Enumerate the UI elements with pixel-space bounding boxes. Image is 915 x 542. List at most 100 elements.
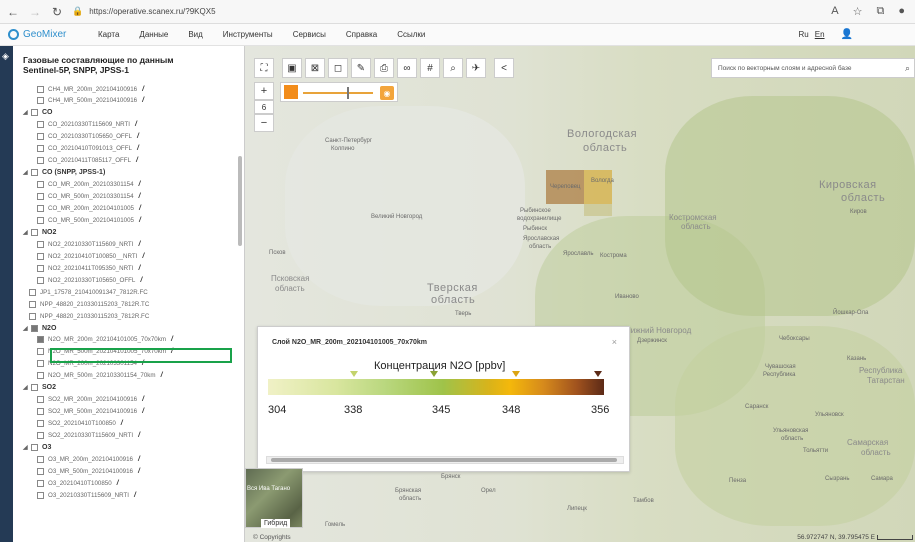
expand-arrow-icon[interactable]: ◢ bbox=[23, 169, 31, 176]
layer-item[interactable]: N2O_MR_200m_202104101005_70x70km / bbox=[37, 334, 173, 346]
edit-style-icon[interactable]: / bbox=[134, 492, 136, 499]
address-bar[interactable]: 🔒 https://operative.scanex.ru/?9KQX5 bbox=[72, 3, 752, 21]
layer-checkbox[interactable] bbox=[37, 264, 44, 272]
layer-item[interactable]: NO2_20210330T105650_OFFL / bbox=[37, 274, 142, 286]
print-icon[interactable]: ⎙ bbox=[374, 58, 394, 78]
edit-style-icon[interactable]: / bbox=[142, 86, 144, 93]
layer-checkbox[interactable] bbox=[37, 396, 44, 404]
layer-checkbox[interactable] bbox=[37, 420, 44, 428]
edit-style-icon[interactable]: / bbox=[139, 217, 141, 224]
collections-icon[interactable]: ⧉ bbox=[876, 5, 884, 18]
layer-checkbox[interactable] bbox=[31, 169, 38, 177]
link-icon[interactable]: ∞ bbox=[397, 58, 417, 78]
layer-item[interactable]: SO2_20210330T115609_NRTI / bbox=[37, 430, 140, 442]
fullscreen-icon[interactable]: ⛶ bbox=[254, 58, 274, 78]
layer-checkbox[interactable] bbox=[29, 288, 36, 296]
layer-item[interactable]: SO2_MR_500m_202104100916 / bbox=[37, 406, 144, 418]
menu-data[interactable]: Данные bbox=[139, 30, 168, 39]
layer-checkbox[interactable] bbox=[37, 205, 44, 212]
basemap-label[interactable]: Гибрид bbox=[261, 519, 291, 528]
layer-checkbox[interactable] bbox=[37, 181, 44, 189]
edit-style-icon[interactable]: / bbox=[138, 468, 140, 475]
layer-group[interactable]: ◢ SO2 bbox=[23, 382, 56, 394]
share-icon[interactable]: < bbox=[494, 58, 514, 78]
layer-group[interactable]: ◢ CO bbox=[23, 107, 53, 119]
layer-item[interactable]: SO2_MR_200m_202104100916 / bbox=[37, 394, 144, 406]
layer-checkbox[interactable] bbox=[37, 240, 44, 248]
map-view[interactable]: Вологодская область Вологда Череповец Са… bbox=[245, 46, 915, 542]
edit-style-icon[interactable]: / bbox=[171, 336, 173, 343]
layer-item[interactable]: NPP_48820_210330115203_7812R.FC bbox=[29, 310, 149, 322]
edit-style-icon[interactable]: / bbox=[140, 277, 142, 284]
menu-services[interactable]: Сервисы bbox=[293, 30, 326, 39]
layers-icon[interactable]: ◈ bbox=[2, 52, 11, 61]
layer-checkbox[interactable] bbox=[31, 384, 38, 392]
zoom-out-button[interactable]: − bbox=[254, 114, 274, 132]
slider-handle[interactable] bbox=[347, 87, 349, 99]
layer-checkbox[interactable] bbox=[37, 216, 44, 224]
layer-checkbox[interactable] bbox=[37, 276, 44, 284]
layer-checkbox[interactable] bbox=[37, 479, 44, 487]
back-icon[interactable]: ← bbox=[4, 3, 22, 21]
menu-help[interactable]: Справка bbox=[346, 30, 377, 39]
copyright-link[interactable]: © Copyrights bbox=[253, 534, 291, 541]
layer-item[interactable]: CO_20210411T085117_OFFL / bbox=[37, 155, 138, 167]
slider-track[interactable] bbox=[303, 92, 373, 94]
edit-style-icon[interactable]: / bbox=[135, 121, 137, 128]
close-icon[interactable]: × bbox=[612, 337, 617, 347]
eye-icon[interactable]: ◉ bbox=[380, 86, 394, 100]
zoom-box-icon[interactable]: ⌕ bbox=[443, 58, 463, 78]
edit-style-icon[interactable]: / bbox=[139, 181, 141, 188]
layer-checkbox[interactable] bbox=[37, 157, 44, 165]
layer-checkbox[interactable] bbox=[31, 228, 38, 236]
layer-checkbox[interactable] bbox=[31, 109, 38, 117]
pin-icon[interactable]: ✈ bbox=[466, 58, 486, 78]
opacity-slider[interactable]: ◉ bbox=[280, 82, 398, 102]
layer-item[interactable]: CO_MR_200m_202103301154 / bbox=[37, 179, 141, 191]
layer-checkbox[interactable] bbox=[37, 252, 44, 260]
layer-item[interactable]: CO_20210330T105650_OFFL / bbox=[37, 131, 139, 143]
layer-checkbox[interactable] bbox=[37, 360, 44, 368]
layer-item[interactable]: JP1_17578_210410091347_7812R.FC bbox=[29, 286, 148, 298]
layer-checkbox[interactable] bbox=[37, 133, 44, 141]
edit-style-icon[interactable]: / bbox=[139, 193, 141, 200]
layer-item[interactable]: CO_20210330T115609_NRTI / bbox=[37, 119, 137, 131]
forward-icon[interactable]: → bbox=[26, 3, 44, 21]
user-icon[interactable]: 👤 bbox=[841, 29, 853, 40]
search-input[interactable]: Поиск по векторным слоям и адресной базе… bbox=[711, 58, 915, 78]
layer-checkbox[interactable] bbox=[37, 372, 44, 380]
legend-scroll-thumb[interactable] bbox=[271, 458, 617, 462]
layer-checkbox[interactable] bbox=[37, 491, 44, 499]
expand-arrow-icon[interactable]: ◢ bbox=[23, 229, 31, 236]
edit-style-icon[interactable]: / bbox=[117, 480, 119, 487]
lang-en[interactable]: En bbox=[815, 30, 825, 39]
layer-checkbox[interactable] bbox=[37, 145, 44, 153]
layer-checkbox[interactable] bbox=[29, 312, 36, 320]
expand-arrow-icon[interactable]: ◢ bbox=[23, 444, 31, 451]
layer-checkbox[interactable] bbox=[37, 348, 44, 356]
layer-item[interactable]: CO_MR_200m_202104101005 / bbox=[37, 203, 141, 215]
menu-map[interactable]: Карта bbox=[98, 30, 119, 39]
profile-icon[interactable]: ● bbox=[898, 5, 905, 18]
edit-style-icon[interactable]: / bbox=[138, 456, 140, 463]
edit-style-icon[interactable]: / bbox=[137, 133, 139, 140]
expand-arrow-icon[interactable]: ◢ bbox=[23, 109, 31, 116]
edit-style-icon[interactable]: / bbox=[138, 432, 140, 439]
layer-item[interactable]: NO2_20210410T100850__NRTI / bbox=[37, 250, 144, 262]
expand-arrow-icon[interactable]: ◢ bbox=[23, 325, 31, 332]
edit-style-icon[interactable]: / bbox=[142, 97, 144, 104]
layer-item[interactable]: NO2_20210330T115609_NRTI / bbox=[37, 238, 140, 250]
layer-group[interactable]: ◢ CO (SNPP, JPSS-1) bbox=[23, 167, 105, 179]
layer-item[interactable]: O3_MR_200m_202104100916 / bbox=[37, 453, 140, 465]
zoom-in-button[interactable]: + bbox=[254, 82, 274, 100]
layer-group[interactable]: ◢ O3 bbox=[23, 442, 51, 454]
layer-item[interactable]: CH4_MR_200m_202104100916 / bbox=[37, 83, 144, 95]
layer-item[interactable]: NPP_48820_210330115203_7812R.TC bbox=[29, 298, 149, 310]
edit-style-icon[interactable]: / bbox=[137, 145, 139, 152]
read-aloud-icon[interactable]: A bbox=[831, 5, 838, 18]
bookmark-icon[interactable]: ◻ bbox=[328, 58, 348, 78]
edit-style-icon[interactable]: / bbox=[138, 265, 140, 272]
layer-item[interactable]: CO_20210410T091013_OFFL / bbox=[37, 143, 139, 155]
layer-item[interactable]: SO2_20210410T100850 / bbox=[37, 418, 123, 430]
edit-style-icon[interactable]: / bbox=[142, 396, 144, 403]
